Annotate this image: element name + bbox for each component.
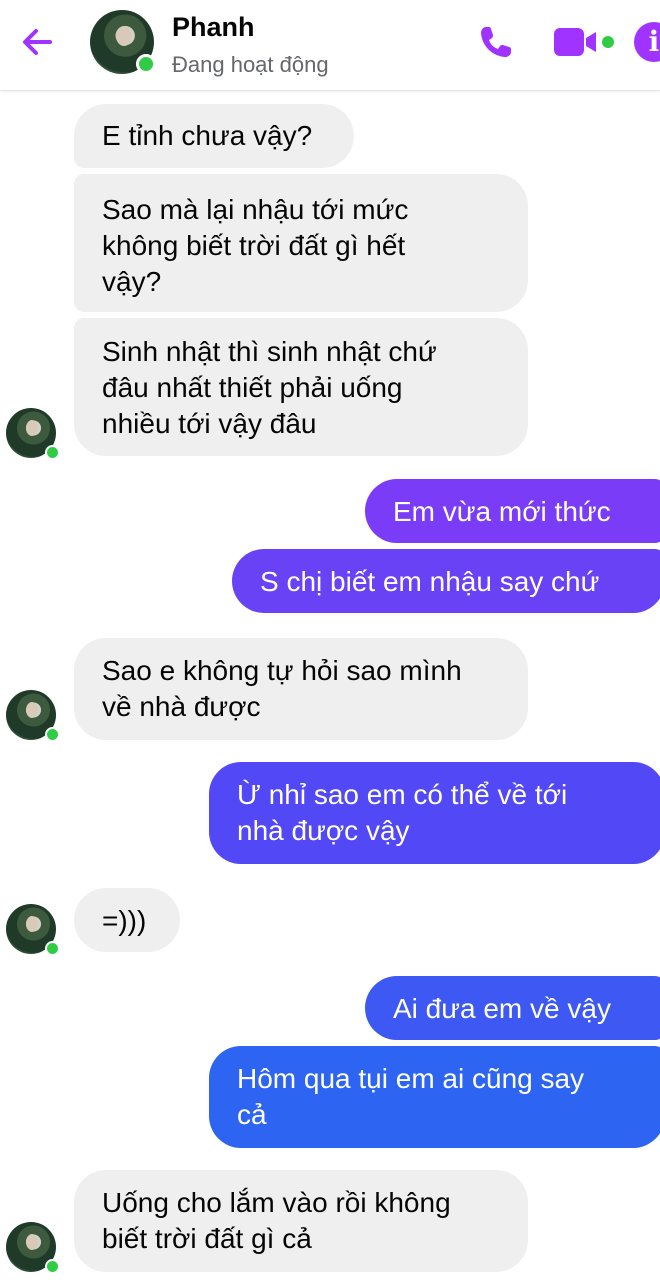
contact-name[interactable]: Phanh — [172, 12, 255, 43]
avatar-face — [26, 702, 38, 718]
online-status-dot — [136, 54, 156, 74]
sender-avatar[interactable] — [6, 690, 60, 742]
message-bubble-outgoing[interactable]: Em vừa mới thức — [365, 479, 660, 543]
back-arrow-icon[interactable] — [18, 22, 58, 62]
phone-icon[interactable] — [476, 22, 516, 62]
message-bubble-incoming[interactable]: E tỉnh chưa vậy? — [74, 104, 354, 168]
avatar-face — [26, 916, 38, 932]
avatar-face — [26, 1234, 38, 1250]
message-bubble-incoming[interactable]: =))) — [74, 888, 180, 952]
online-status-dot — [45, 1259, 60, 1274]
sender-avatar[interactable] — [6, 904, 60, 956]
avatar-face — [26, 420, 38, 436]
message-bubble-outgoing[interactable]: Ai đưa em về vậy — [365, 976, 660, 1040]
online-status-dot — [45, 727, 60, 742]
message-bubble-incoming[interactable]: Sao mà lại nhậu tới mức không biết trời … — [74, 174, 528, 312]
message-bubble-incoming[interactable]: Sinh nhật thì sinh nhật chứ đâu nhất thi… — [74, 318, 528, 456]
contact-status: Đang hoạt động — [172, 52, 329, 77]
video-camera-icon[interactable] — [552, 24, 620, 60]
avatar-face — [116, 26, 132, 46]
message-bubble-incoming[interactable]: Uống cho lắm vào rồi không biết trời đất… — [74, 1170, 528, 1272]
online-status-dot — [45, 941, 60, 956]
sender-avatar[interactable] — [6, 408, 60, 460]
sender-avatar[interactable] — [6, 1222, 60, 1274]
contact-avatar[interactable] — [90, 10, 156, 74]
message-bubble-incoming[interactable]: Sao e không tự hỏi sao mình về nhà được — [74, 638, 528, 740]
online-status-dot — [45, 445, 60, 460]
message-bubble-outgoing[interactable]: S chị biết em nhậu say chứ — [232, 549, 660, 613]
info-icon[interactable]: i — [634, 22, 660, 62]
chat-header: Phanh Đang hoạt động i — [0, 0, 660, 91]
message-bubble-outgoing[interactable]: Hôm qua tụi em ai cũng say cả — [209, 1046, 660, 1148]
message-bubble-outgoing[interactable]: Ừ nhỉ sao em có thể về tới nhà được vậy — [209, 762, 660, 864]
